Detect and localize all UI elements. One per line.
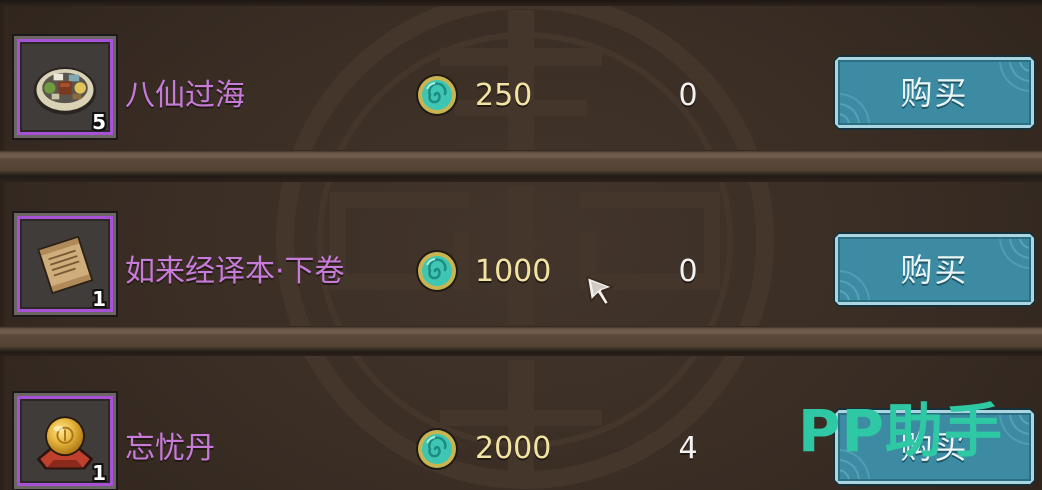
mouse-cursor-icon (586, 276, 614, 306)
owned-count: 4 (678, 431, 698, 466)
owned-count: 0 (678, 78, 698, 113)
buy-button[interactable]: 购买 (833, 232, 1036, 307)
jade-coin-icon (416, 74, 458, 116)
watermark-logo: PP助手 (798, 397, 1004, 465)
item-slot[interactable]: 1 (14, 213, 116, 315)
item-name: 八仙过海 (125, 78, 245, 113)
item-quantity: 5 (92, 110, 106, 134)
top-frame-edge (0, 0, 1042, 6)
jade-coin-icon (416, 428, 458, 470)
shop-row: 5 八仙过海 250 0 购买 (0, 6, 1042, 150)
item-price: 1000 (475, 254, 552, 289)
item-quantity: 1 (92, 287, 106, 311)
item-price: 2000 (475, 431, 552, 466)
buy-button-label: 购买 (900, 250, 969, 289)
item-slot[interactable]: 1 (14, 393, 116, 489)
buy-button-face[interactable]: 购买 (835, 234, 1034, 305)
item-name: 如来经译本·下卷 (125, 254, 345, 289)
shop-row: 1 如来经译本·下卷 1000 0 购买 (0, 182, 1042, 326)
buy-button-label: 购买 (900, 73, 969, 112)
jade-coin-icon (416, 250, 458, 292)
shelf-divider (0, 150, 1042, 182)
buy-button[interactable]: 购买 (833, 55, 1036, 130)
shelf-divider (0, 326, 1042, 356)
item-price: 250 (475, 78, 533, 113)
item-name: 忘忧丹 (125, 431, 215, 466)
item-slot[interactable]: 5 (14, 36, 116, 138)
item-quantity: 1 (92, 461, 106, 485)
buy-button-face[interactable]: 购买 (835, 57, 1034, 128)
owned-count: 0 (678, 254, 698, 289)
